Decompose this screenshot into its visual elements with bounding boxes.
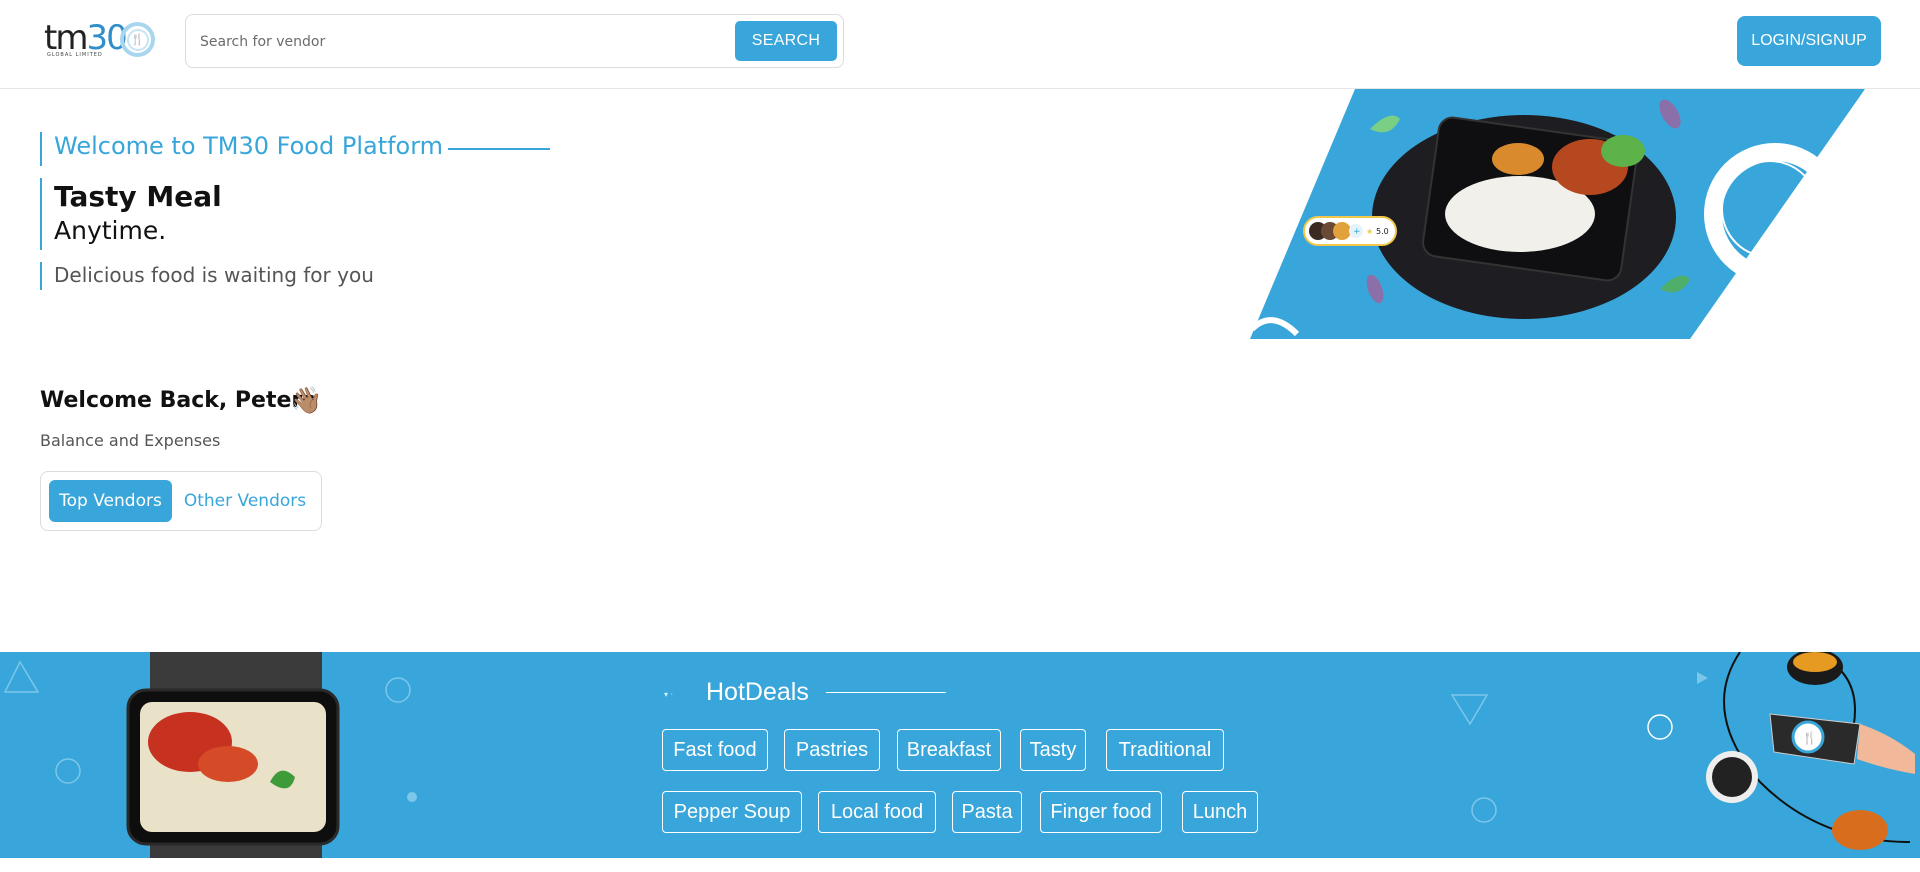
hero-subtitle: Anytime. (54, 216, 167, 245)
category-tasty[interactable]: Tasty (1020, 729, 1086, 771)
category-local-food[interactable]: Local food (818, 791, 936, 833)
food-delivery-image: 🍴 (1706, 652, 1915, 850)
cutlery-logo-icon: 🍴 (120, 22, 155, 57)
top-navbar: tm30 GLOBAL LIMITED 🍴 SEARCH LOGIN/SIGNU… (0, 0, 1920, 89)
food-container-image (126, 652, 340, 858)
category-fast-food[interactable]: Fast food (662, 729, 768, 771)
fire-icon: ▾ · (664, 690, 674, 699)
brand-logo[interactable]: tm30 GLOBAL LIMITED 🍴 (44, 18, 159, 60)
user-greeting: Welcome Back, Peters (40, 388, 316, 413)
side-portion (1492, 143, 1544, 175)
hero-tagline: Delicious food is waiting for you (54, 263, 374, 287)
category-breakfast[interactable]: Breakfast (897, 729, 1001, 771)
hero-food-banner: + ★ 5.0 (1250, 89, 1865, 339)
category-pasta[interactable]: Pasta (952, 791, 1022, 833)
login-signup-button[interactable]: LOGIN/SIGNUP (1737, 16, 1881, 66)
vendor-search-bar: SEARCH (185, 14, 844, 68)
tab-top-vendors[interactable]: Top Vendors (49, 480, 172, 522)
more-avatars-label: + (1353, 227, 1361, 237)
circle-decoration (1471, 797, 1497, 823)
accent-line (40, 132, 42, 166)
triangle-decoration (3, 660, 40, 693)
balance-label: Balance and Expenses (40, 431, 221, 450)
accent-line (40, 262, 42, 290)
vendor-tabs: Top Vendors Other Vendors (40, 471, 322, 531)
vegetable-portion (1601, 135, 1645, 167)
category-traditional[interactable]: Traditional (1106, 729, 1224, 771)
tab-other-vendors[interactable]: Other Vendors (175, 480, 315, 522)
vendor-search-input[interactable] (200, 27, 700, 57)
waving-hand-icon: 👋🏽 (290, 386, 323, 416)
avatar (1333, 222, 1351, 240)
star-icon: ★ (1366, 227, 1373, 236)
accent-line (40, 178, 42, 250)
circle-decoration (407, 792, 417, 802)
category-pastries[interactable]: Pastries (784, 729, 880, 771)
circle-decoration (1647, 714, 1673, 740)
circle-decoration (55, 758, 81, 784)
svg-text:🍴: 🍴 (1802, 731, 1817, 745)
logo-subtitle: GLOBAL LIMITED (47, 52, 103, 58)
triangle-decoration (1450, 694, 1489, 726)
category-pepper-soup[interactable]: Pepper Soup (662, 791, 802, 833)
rating-value: 5.0 (1376, 227, 1389, 236)
category-lunch[interactable]: Lunch (1182, 791, 1258, 833)
search-button[interactable]: SEARCH (735, 21, 837, 61)
hero-title: Tasty Meal (54, 180, 222, 213)
hot-deals-underline (826, 692, 946, 693)
welcome-heading: Welcome to TM30 Food Platform (54, 132, 444, 160)
circle-decoration (385, 677, 411, 703)
hot-deals-banner: 🍴 ▾ · HotDeals Fast food Pastries Breakf… (0, 652, 1920, 858)
heading-underline (448, 148, 550, 150)
category-finger-food[interactable]: Finger food (1040, 791, 1162, 833)
hot-deals-title: HotDeals (706, 678, 809, 706)
